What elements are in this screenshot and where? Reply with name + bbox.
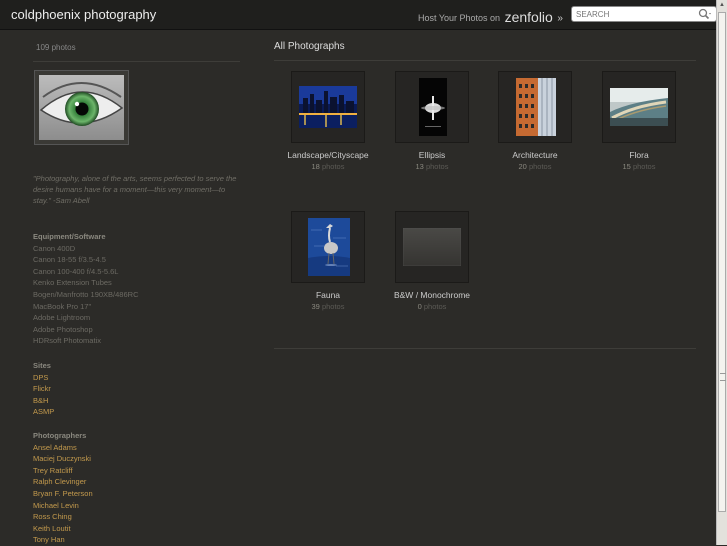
scroll-up-icon[interactable]: ▲	[717, 0, 727, 10]
equipment-item: Adobe Photoshop	[33, 324, 93, 334]
main-divider	[274, 60, 696, 61]
photographer-link[interactable]: Trey Ratcliff	[33, 465, 93, 477]
gallery-title[interactable]: Architecture	[475, 150, 595, 160]
promo-arrow-icon: »	[557, 13, 563, 24]
site-link-asmp[interactable]: ASMP	[33, 406, 54, 418]
equipment-item: HDRsoft Photomatix	[33, 336, 101, 346]
gallery-flora[interactable]: Flora 15 photos	[579, 71, 699, 171]
gallery-fauna[interactable]: Fauna 39 photos	[268, 211, 388, 311]
sites-section: Sites DPS Flickr B&H ASMP	[33, 360, 54, 418]
gallery-bw-monochrome[interactable]: B&W / Monochrome 0 photos	[372, 211, 492, 311]
gallery-title[interactable]: B&W / Monochrome	[372, 290, 492, 300]
host-promo-link[interactable]: Host Your Photos on zenfolio »	[418, 8, 563, 25]
zenfolio-logo: zenfolio	[504, 9, 553, 25]
search-input[interactable]	[576, 8, 694, 20]
gallery-title[interactable]: Fauna	[268, 290, 388, 300]
sidebar-quote: "Photography, alone of the arts, seems p…	[33, 174, 237, 205]
equipment-item: Canon 100-400 f/4.5-5.6L	[33, 266, 119, 276]
photographers-heading: Photographers	[33, 431, 87, 440]
gallery-title[interactable]: Flora	[579, 150, 699, 160]
flora-image	[610, 88, 668, 126]
photographer-link[interactable]: Tony Han	[33, 534, 93, 546]
photo-count: 109 photos	[36, 43, 76, 52]
empty-gallery-placeholder	[403, 228, 461, 266]
gallery-photo-count: 13 photos	[415, 162, 449, 171]
page-title: All Photographs	[274, 41, 345, 52]
site-link-flickr[interactable]: Flickr	[33, 383, 54, 395]
gallery-photo-count: 0 photos	[417, 302, 447, 311]
sidebar-divider	[33, 61, 240, 62]
photographer-link[interactable]: Keith Loutit	[33, 523, 93, 535]
photographers-section: Photographers Ansel Adams Maciej Duczyns…	[33, 430, 93, 546]
gallery-photo-count: 20 photos	[518, 162, 552, 171]
site-link-bh[interactable]: B&H	[33, 395, 54, 407]
search-icon[interactable]	[698, 8, 712, 21]
cityscape-image	[299, 86, 357, 128]
equipment-item: Bogen/Manfrotto 190XB/486RC	[33, 289, 139, 299]
equipment-item: Kenko Extension Tubes	[33, 278, 112, 288]
host-promo-text: Host Your Photos on	[418, 13, 501, 23]
site-link-dps[interactable]: DPS	[33, 372, 54, 384]
photographer-link[interactable]: Michael Levin	[33, 500, 93, 512]
photographer-link[interactable]: Maciej Duczynski	[33, 453, 93, 465]
equipment-section: Equipment/Software Canon 400D Canon 18-5…	[33, 231, 138, 347]
gallery-photo-count: 15 photos	[622, 162, 656, 171]
photographer-link[interactable]: Ross Ching	[33, 511, 93, 523]
scroll-thumb[interactable]	[718, 12, 726, 512]
gallery-photo-count: 39 photos	[311, 302, 345, 311]
vertical-scrollbar[interactable]: ▲	[716, 0, 727, 545]
equipment-item: Canon 400D	[33, 243, 76, 253]
fauna-heron-image	[308, 218, 350, 276]
main-bottom-divider	[274, 348, 696, 349]
gallery-landscape-cityscape[interactable]: Landscape/Cityscape 18 photos	[268, 71, 388, 171]
architecture-image	[516, 78, 556, 136]
top-bar: coldphoenix photography Host Your Photos…	[0, 0, 717, 30]
gallery-thumbnail[interactable]	[291, 71, 365, 143]
gallery-title[interactable]: Landscape/Cityscape	[268, 150, 388, 160]
equipment-heading: Equipment/Software	[33, 232, 106, 241]
sites-heading: Sites	[33, 361, 51, 370]
gallery-thumbnail[interactable]	[498, 71, 572, 143]
photographer-link[interactable]: Ansel Adams	[33, 442, 93, 454]
gallery-title[interactable]: Ellipsis	[372, 150, 492, 160]
gallery-thumbnail[interactable]	[395, 71, 469, 143]
site-title[interactable]: coldphoenix photography	[11, 7, 156, 22]
gallery-thumbnail[interactable]	[395, 211, 469, 283]
ellipsis-image	[419, 78, 447, 136]
profile-photo	[34, 70, 129, 145]
gallery-ellipsis[interactable]: Ellipsis 13 photos	[372, 71, 492, 171]
gallery-architecture[interactable]: Architecture 20 photos	[475, 71, 595, 171]
gallery-photo-count: 18 photos	[311, 162, 345, 171]
equipment-item: Adobe Lightroom	[33, 313, 91, 323]
search-box[interactable]	[571, 6, 717, 22]
eye-image	[39, 75, 124, 140]
gallery-thumbnail[interactable]	[291, 211, 365, 283]
photographer-link[interactable]: Ralph Clevinger	[33, 476, 93, 488]
equipment-item: MacBook Pro 17"	[33, 301, 92, 311]
equipment-item: Canon 18-55 f/3.5-4.5	[33, 255, 106, 265]
scroll-grip-icon	[720, 373, 726, 381]
gallery-thumbnail[interactable]	[602, 71, 676, 143]
photographer-link[interactable]: Bryan F. Peterson	[33, 488, 93, 500]
